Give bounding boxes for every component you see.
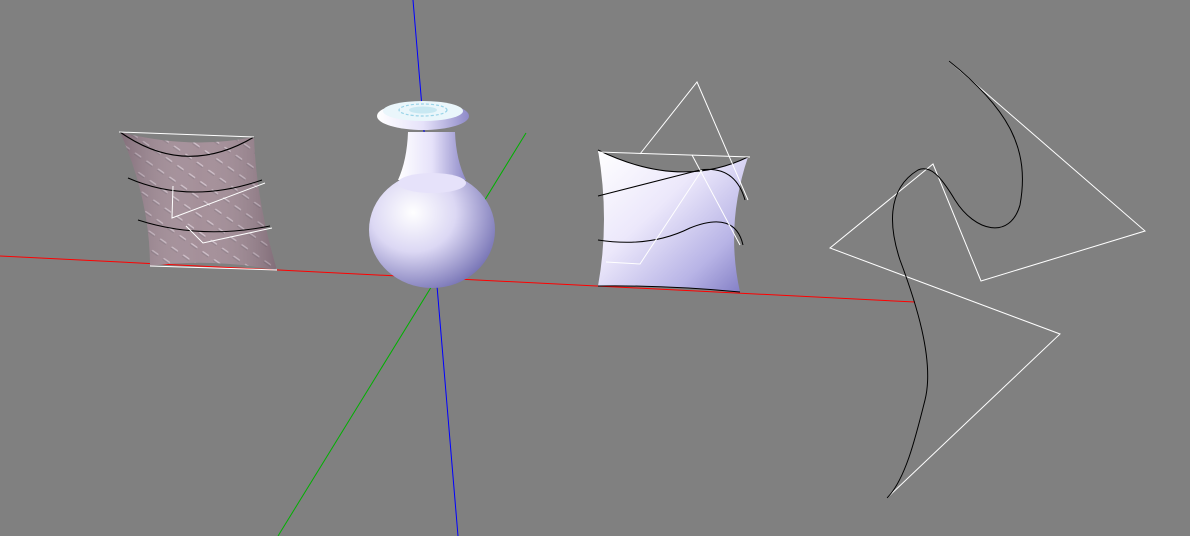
scene-canvas[interactable] (0, 0, 1190, 536)
vase-surface[interactable] (369, 101, 495, 288)
textured-patch-surface[interactable] (118, 131, 278, 271)
smooth-patch-surface[interactable] (597, 81, 751, 293)
3d-viewport[interactable] (0, 0, 1190, 536)
curve-control-polygon[interactable] (829, 60, 1147, 499)
